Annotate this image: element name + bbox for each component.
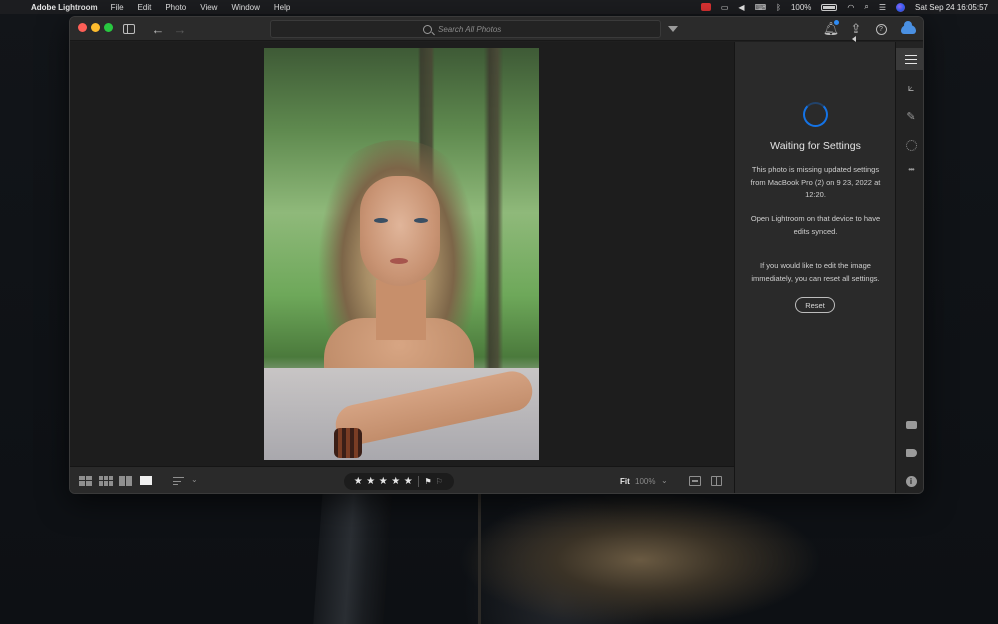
display-icon[interactable]: ▭ [721, 3, 729, 12]
star-4-icon[interactable]: ★ [390, 476, 403, 487]
panel-title: Waiting for Settings [770, 140, 861, 152]
zoom-level[interactable]: 100% [635, 477, 655, 486]
edit-panel: Waiting for Settings This photo is missi… [734, 42, 895, 493]
battery-percent[interactable]: 100% [791, 3, 811, 12]
comments-icon[interactable] [896, 414, 923, 436]
sort-chevron-down-icon[interactable]: ⌄ [191, 475, 198, 484]
search-input[interactable] [438, 24, 508, 34]
search-icon [423, 24, 432, 34]
small-grid-view-icon[interactable] [99, 475, 113, 486]
before-after-icon[interactable] [689, 476, 701, 486]
menu-edit[interactable]: Edit [138, 3, 152, 12]
screen-recording-icon[interactable] [700, 3, 711, 11]
menu-photo[interactable]: Photo [165, 3, 186, 12]
reject-flag-icon[interactable]: ⚐ [436, 477, 443, 486]
panel-caret-icon [852, 36, 856, 42]
missing-settings-message: This photo is missing updated settings f… [750, 165, 881, 199]
star-3-icon[interactable]: ★ [377, 476, 390, 487]
status-area: ▭ ◀︎ ⌨︎ ᛒ 100% ◠ ⌕ ☰ Sat Sep 24 16:05:57 [700, 2, 988, 12]
detail-view-icon[interactable] [140, 475, 152, 486]
more-icon[interactable]: ••• [896, 158, 923, 180]
reset-instruction-message: If you would like to edit the image imme… [751, 261, 880, 283]
keywords-icon[interactable] [896, 442, 923, 464]
window-titlebar: ← → 🔔︎ ⇪ ? [70, 17, 923, 41]
sort-icon[interactable] [173, 476, 184, 486]
cloud-sync-icon[interactable] [899, 20, 917, 37]
photo-preview[interactable] [264, 48, 539, 460]
square-grid-view-icon[interactable] [79, 475, 93, 486]
pick-flag-icon[interactable]: ⚑ [425, 477, 432, 486]
wallpaper-edge [478, 494, 481, 624]
forward-arrow-icon[interactable]: → [172, 21, 188, 37]
sync-instruction-message: Open Lightroom on that device to have ed… [750, 214, 881, 236]
minimize-window-button[interactable] [91, 23, 100, 32]
rating-flag-pill: ★ ★ ★ ★ ★ ⚑ ⚐ [344, 473, 454, 490]
wallpaper-post [313, 490, 393, 624]
edit-icon[interactable] [896, 48, 923, 70]
split-view-icon[interactable] [711, 476, 722, 486]
share-icon[interactable]: ⇪ [849, 21, 863, 37]
volume-icon[interactable]: ◀︎ [738, 3, 744, 12]
battery-icon[interactable] [821, 3, 838, 11]
star-1-icon[interactable]: ★ [352, 476, 365, 487]
reset-button[interactable]: Reset [795, 297, 835, 313]
crop-icon[interactable]: ⟀ [896, 77, 923, 99]
help-icon[interactable]: ? [874, 21, 888, 37]
menu-help[interactable]: Help [274, 3, 290, 12]
siri-icon[interactable] [896, 2, 906, 12]
bottom-toolbar: ⌄ ★ ★ ★ ★ ★ ⚑ ⚐ Fit 100% ⌄ [70, 466, 734, 493]
sidebar-toggle-icon[interactable] [122, 21, 136, 37]
tool-strip: ⟀ ✎ ••• i [895, 42, 923, 493]
control-center-icon[interactable]: ☰ [879, 3, 886, 12]
wifi-icon[interactable]: ◠ [847, 3, 854, 12]
loading-spinner-icon [803, 102, 828, 127]
close-window-button[interactable] [78, 23, 87, 32]
pill-divider [417, 476, 419, 487]
filter-icon[interactable] [667, 21, 679, 37]
clock[interactable]: Sat Sep 24 16:05:57 [915, 3, 988, 12]
lightroom-window: ← → 🔔︎ ⇪ ? Waiting for Settings [69, 16, 924, 494]
zoom-window-button[interactable] [104, 23, 113, 32]
spotlight-search-icon[interactable]: ⌕ [864, 2, 868, 12]
photo-canvas [70, 42, 734, 466]
zoom-chevron-down-icon[interactable]: ⌄ [661, 476, 668, 485]
info-icon[interactable]: i [896, 470, 923, 492]
star-5-icon[interactable]: ★ [402, 476, 415, 487]
menu-window[interactable]: Window [231, 3, 259, 12]
star-2-icon[interactable]: ★ [365, 476, 378, 487]
keyboard-icon[interactable]: ⌨︎ [755, 3, 767, 12]
fit-zoom-button[interactable]: Fit [620, 477, 630, 486]
notification-badge [834, 20, 839, 25]
healing-icon[interactable]: ✎ [896, 105, 923, 127]
bluetooth-icon[interactable]: ᛒ [776, 3, 781, 12]
menu-file[interactable]: File [111, 3, 124, 12]
app-name-menu[interactable]: Adobe Lightroom [31, 3, 98, 12]
menu-view[interactable]: View [200, 3, 217, 12]
masking-icon[interactable] [896, 134, 923, 156]
search-box[interactable] [270, 20, 661, 38]
back-arrow-icon[interactable]: ← [150, 21, 166, 37]
menu-bar: Adobe Lightroom File Edit Photo View Win… [0, 0, 998, 14]
compare-view-icon[interactable] [119, 475, 133, 486]
